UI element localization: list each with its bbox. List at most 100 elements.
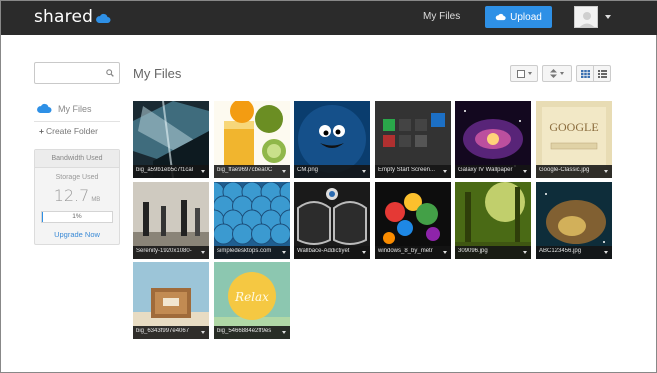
file-tile[interactable]: big_6343f997e4067 (133, 262, 209, 339)
user-silhouette-icon (575, 7, 597, 27)
file-caption-bar: simpledesktops.com (214, 246, 290, 259)
storage-progress-bar: 1% (41, 211, 113, 223)
upgrade-now-link[interactable]: Upgrade Now (35, 230, 119, 239)
file-name: big_6343f997e4067 (136, 328, 190, 334)
file-name: CM.png (297, 167, 319, 173)
create-folder-button[interactable]: + Create Folder (39, 126, 98, 136)
file-tile[interactable]: big_a59b1eb5c7f1cal (133, 101, 209, 178)
file-menu-caret-icon[interactable] (523, 251, 527, 254)
upload-button[interactable]: Upload (485, 6, 552, 28)
bandwidth-title: Bandwidth Used (35, 150, 119, 168)
chevron-down-icon (560, 72, 564, 75)
list-view-button[interactable] (593, 66, 610, 81)
file-caption-bar: windows_8_by_metr (375, 246, 451, 259)
file-menu-caret-icon[interactable] (201, 251, 205, 254)
storage-amount: 12.7 (53, 186, 90, 205)
file-name: Galaxy IV Wallpaper (458, 167, 513, 173)
file-caption-bar: CM.png (294, 165, 370, 178)
file-caption-bar: Google-Classic.jpg (536, 165, 612, 178)
create-folder-label: Create Folder (45, 126, 98, 136)
bandwidth-panel: Bandwidth Used Storage Used 12.7 MB 1% Up… (34, 149, 120, 245)
storage-progress-text: 1% (72, 213, 82, 220)
file-caption-bar: ABC123456.jpg (536, 246, 612, 259)
cloud-icon (37, 103, 52, 113)
avatar[interactable] (574, 6, 598, 28)
file-caption-bar: big_ffae9697cbea0C (214, 165, 290, 178)
file-name: big_5466884e2ff9es (217, 328, 272, 334)
file-caption-bar: big_6343f997e4067 (133, 326, 209, 339)
file-caption-bar: Empty Start Screen... (375, 165, 451, 178)
checkbox-icon (516, 69, 525, 78)
logo[interactable]: shared (34, 6, 111, 28)
file-tile[interactable]: Serenity-1920x1080- (133, 182, 209, 259)
grid-view-button[interactable] (577, 66, 593, 81)
grid-view-icon (580, 69, 590, 78)
file-tile[interactable]: simpledesktops.com (214, 182, 290, 259)
file-caption-bar: 309096.jpg (455, 246, 531, 259)
file-tile[interactable]: windows_8_by_metr (375, 182, 451, 259)
file-tile[interactable]: Relax big_5466884e2ff9es (214, 262, 290, 339)
select-all-dropdown[interactable] (510, 65, 538, 82)
sort-dropdown[interactable] (542, 65, 572, 82)
file-caption-bar: Serenity-1920x1080- (133, 246, 209, 259)
file-menu-caret-icon[interactable] (523, 170, 527, 173)
file-tile[interactable]: CM.png (294, 101, 370, 178)
logo-text: shared (34, 7, 94, 27)
file-menu-caret-icon[interactable] (282, 170, 286, 173)
file-menu-caret-icon[interactable] (362, 170, 366, 173)
nav-my-files-link[interactable]: My Files (423, 11, 460, 22)
file-menu-caret-icon[interactable] (443, 251, 447, 254)
file-name: big_ffae9697cbea0C (217, 167, 273, 173)
svg-text:Relax: Relax (234, 290, 269, 304)
file-name: Empty Start Screen... (378, 167, 436, 173)
svg-text:GOOGLE: GOOGLE (549, 120, 598, 134)
file-name: big_a59b1eb5c7f1cal (136, 167, 194, 173)
file-name: ABC123456.jpg (539, 248, 582, 254)
file-name: simpledesktops.com (217, 248, 272, 254)
file-tile[interactable]: 309096.jpg (455, 182, 531, 259)
file-menu-caret-icon[interactable] (282, 331, 286, 334)
storage-value: 12.7 MB (35, 186, 119, 206)
search-field (34, 62, 120, 84)
file-menu-caret-icon[interactable] (604, 251, 608, 254)
file-name: Wallbace-Addictiyet (297, 248, 350, 254)
sidebar-divider (34, 121, 120, 122)
cloud-logo-icon (96, 13, 111, 23)
file-menu-caret-icon[interactable] (443, 170, 447, 173)
file-tile[interactable]: ABC123456.jpg (536, 182, 612, 259)
plus-icon: + (39, 126, 44, 136)
storage-label: Storage Used (55, 174, 99, 181)
view-toggle (576, 65, 611, 82)
file-tile[interactable]: big_ffae9697cbea0C (214, 101, 290, 178)
file-name: Serenity-1920x1080- (136, 248, 192, 254)
file-tile[interactable]: GOOGLE Google-Classic.jpg (536, 101, 612, 178)
sidebar-item-label: My Files (58, 103, 92, 114)
file-name: Google-Classic.jpg (539, 167, 590, 173)
file-menu-caret-icon[interactable] (282, 251, 286, 254)
file-menu-caret-icon[interactable] (201, 170, 205, 173)
app-window: shared My Files Upload My Files + Create… (0, 0, 657, 373)
page-title: My Files (133, 66, 182, 81)
file-name: windows_8_by_metr (378, 248, 433, 254)
storage-unit: MB (91, 197, 101, 203)
list-view-icon (597, 69, 607, 78)
file-caption-bar: big_a59b1eb5c7f1cal (133, 165, 209, 178)
chevron-down-icon (527, 72, 532, 75)
cloud-upload-icon (495, 13, 506, 21)
file-tile[interactable]: Galaxy IV Wallpaper (455, 101, 531, 178)
sidebar-item-my-files[interactable]: My Files (36, 103, 92, 114)
file-caption-bar: Wallbace-Addictiyet (294, 246, 370, 259)
account-menu-caret-icon[interactable] (605, 15, 611, 19)
top-navbar: shared My Files Upload (1, 1, 657, 35)
file-caption-bar: Galaxy IV Wallpaper (455, 165, 531, 178)
file-caption-bar: big_5466884e2ff9es (214, 326, 290, 339)
sort-icon (550, 69, 557, 78)
file-tile[interactable]: Wallbace-Addictiyet (294, 182, 370, 259)
file-tile[interactable]: Empty Start Screen... (375, 101, 451, 178)
search-icon[interactable] (106, 69, 114, 77)
file-menu-caret-icon[interactable] (201, 331, 205, 334)
file-menu-caret-icon[interactable] (362, 251, 366, 254)
search-input[interactable] (35, 63, 103, 83)
file-menu-caret-icon[interactable] (604, 170, 608, 173)
file-name: 309096.jpg (458, 248, 488, 254)
